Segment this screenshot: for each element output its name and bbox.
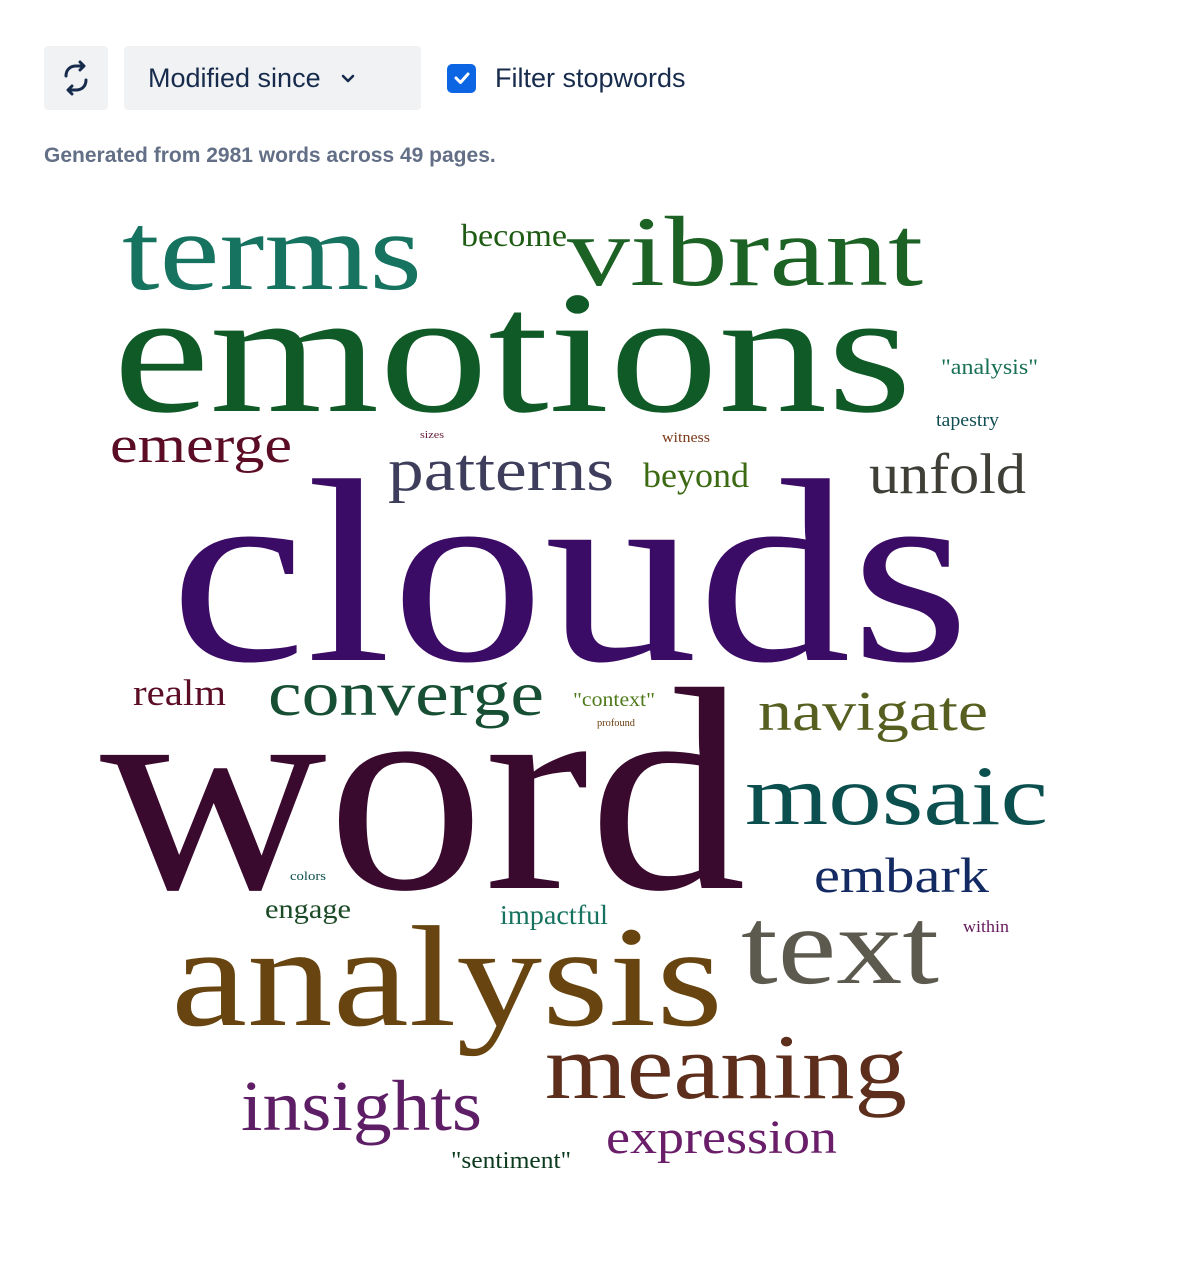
- word-sentiment-quoted: "sentiment": [451, 1148, 571, 1174]
- word-become: become: [461, 217, 567, 253]
- word-cloud: terms become vibrant emotions "analysis"…: [100, 190, 1048, 1174]
- word-within: within: [963, 917, 1010, 936]
- word-text: text: [741, 885, 939, 1007]
- word-analysis-quoted: "analysis": [941, 354, 1038, 379]
- word-colors: colors: [290, 868, 326, 883]
- word-mosaic: mosaic: [745, 749, 1048, 843]
- word-expression: expression: [606, 1111, 837, 1164]
- word-meaning: meaning: [545, 1016, 907, 1118]
- word-navigate: navigate: [758, 681, 988, 743]
- word-insights: insights: [241, 1066, 482, 1146]
